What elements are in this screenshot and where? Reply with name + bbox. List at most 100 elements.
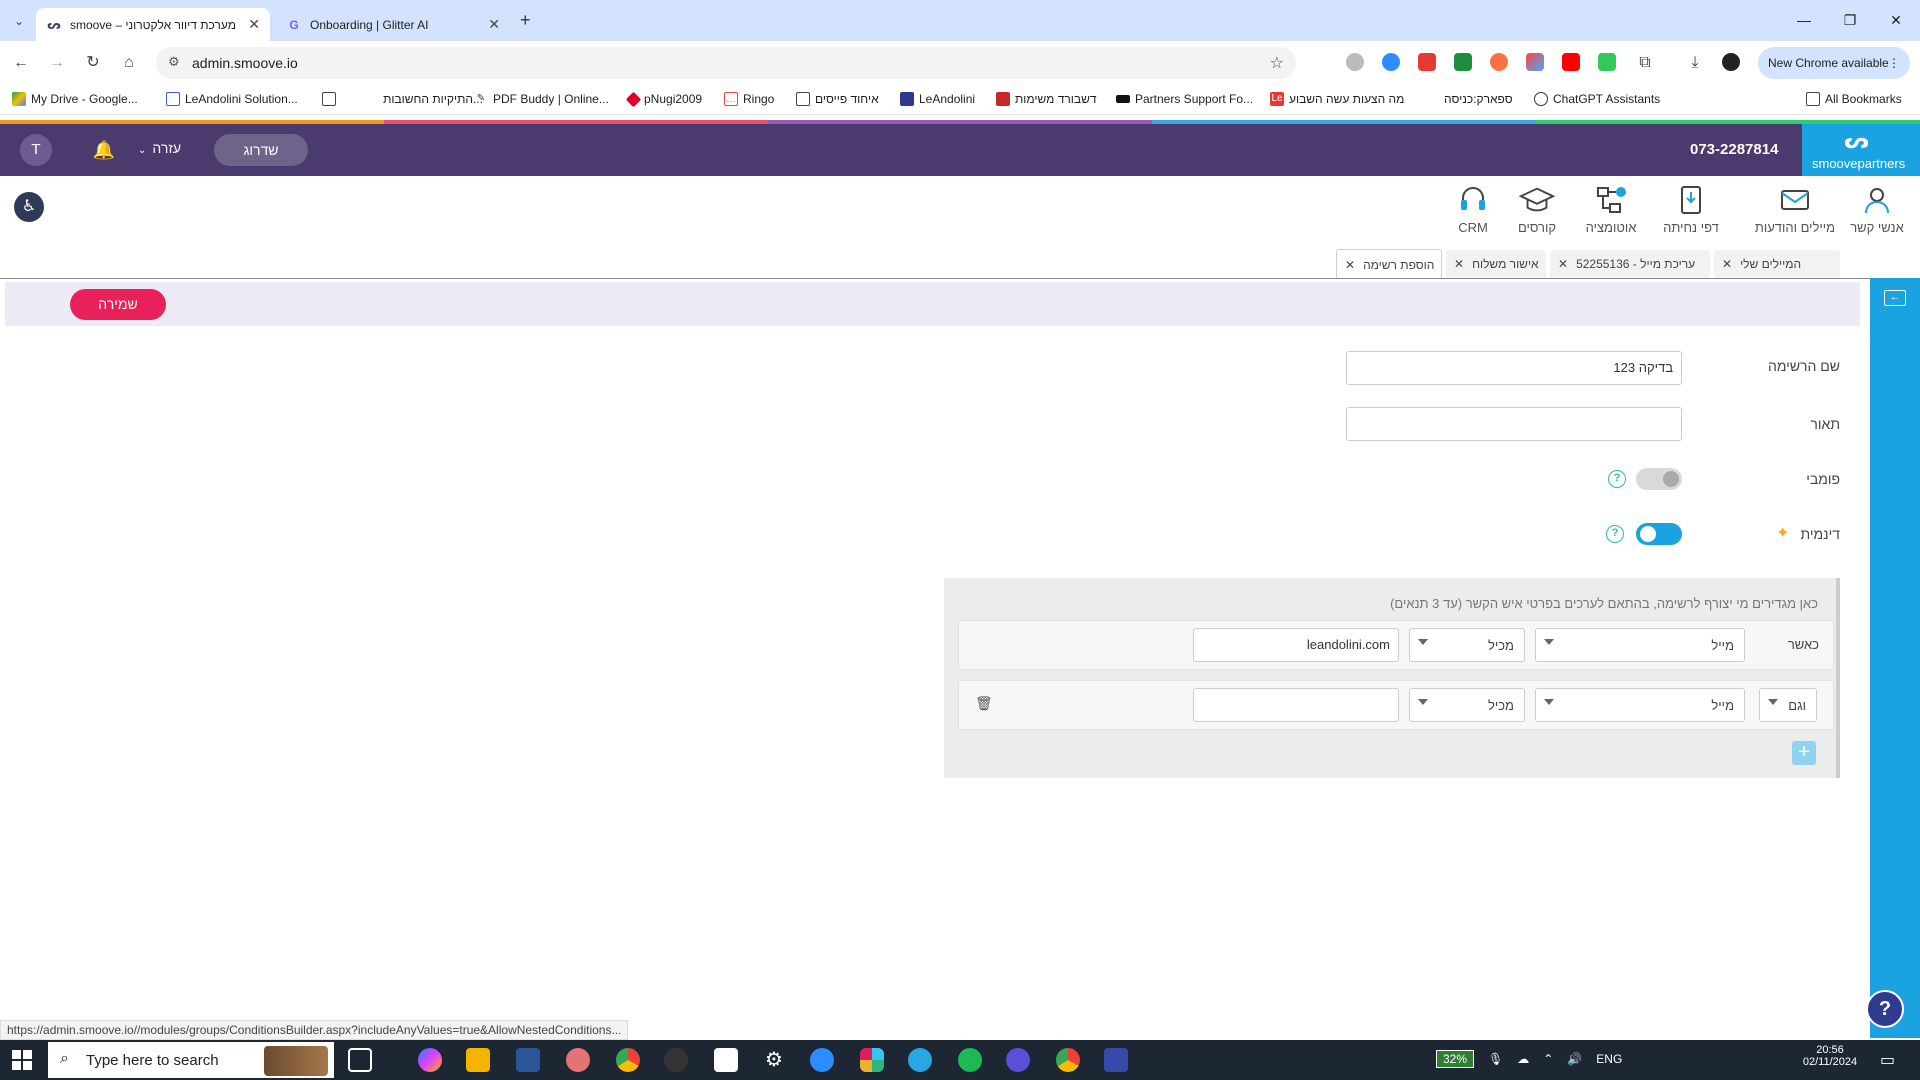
condition-operator-select[interactable]: מכיל <box>1409 688 1525 722</box>
module-contacts[interactable]: אנשי קשר <box>1842 184 1912 235</box>
bookmark-star-icon[interactable]: ☆ <box>1270 53 1284 73</box>
condition-field-select[interactable]: מייל <box>1535 628 1745 662</box>
back-icon[interactable]: ← <box>8 50 34 76</box>
extension-icon[interactable] <box>1598 53 1616 71</box>
extension-icon[interactable] <box>1418 53 1436 71</box>
save-button[interactable]: שמירה <box>70 289 166 320</box>
bell-icon[interactable]: 🔔 <box>90 136 118 164</box>
avatar[interactable]: T <box>20 134 52 166</box>
module-crm[interactable]: CRM <box>1438 184 1508 235</box>
chrome-icon[interactable] <box>616 1048 640 1072</box>
lang-indicator[interactable]: ENG <box>1596 1052 1622 1066</box>
close-tab-icon[interactable]: ✕ <box>248 16 260 33</box>
clock[interactable]: 20:56 02/11/2024 <box>1800 1044 1860 1068</box>
bookmark-folder[interactable]: התיקיות החשובות... <box>322 92 483 106</box>
app-icon[interactable] <box>1104 1048 1128 1072</box>
bookmark-item[interactable]: Partners Support Fo... <box>1116 92 1253 106</box>
extension-icon[interactable] <box>1526 53 1544 71</box>
all-bookmarks-button[interactable]: All Bookmarks <box>1806 92 1902 106</box>
extension-icon[interactable] <box>1346 53 1364 71</box>
downloads-icon[interactable]: ⤓ <box>1682 50 1708 76</box>
public-toggle[interactable] <box>1636 468 1682 490</box>
close-icon[interactable]: ✕ <box>1722 257 1732 271</box>
chevron-up-icon[interactable]: ⌃ <box>1543 1052 1553 1066</box>
tab-add-list[interactable]: ✕ הוספת רשימה <box>1336 249 1442 279</box>
browser-tab-glitter[interactable]: G Onboarding | Glitter AI ✕ <box>276 8 510 41</box>
slack-icon[interactable] <box>860 1048 884 1072</box>
spotify-icon[interactable] <box>958 1048 982 1072</box>
notifications-icon[interactable]: ▭ <box>1880 1050 1895 1070</box>
bookmark-folder[interactable]: איחוד פייסים <box>796 92 879 106</box>
forward-icon[interactable]: → <box>44 50 70 76</box>
description-input[interactable] <box>1346 407 1682 441</box>
help-bubble-icon[interactable]: ? <box>1866 990 1904 1028</box>
bookmark-item[interactable]: LeAndolini <box>900 92 975 106</box>
new-chrome-available-button[interactable]: New Chrome available ⋮ <box>1758 47 1910 79</box>
notepad-icon[interactable] <box>714 1048 738 1072</box>
bookmark-item[interactable]: ✎ PDF Buddy | Online... <box>474 92 609 106</box>
condition-field-select[interactable]: מייל <box>1535 688 1745 722</box>
help-menu[interactable]: ⌄ עזרה <box>138 140 181 156</box>
battery-indicator[interactable]: 32% <box>1436 1050 1475 1068</box>
weather-icon[interactable]: ☁ <box>1517 1052 1529 1066</box>
zoom-icon[interactable] <box>810 1048 834 1072</box>
close-icon[interactable]: ✕ <box>1345 258 1355 272</box>
mic-icon[interactable]: 🎙 <box>1488 1052 1503 1066</box>
bookmark-item[interactable]: ספארק:כניסה <box>1444 92 1513 106</box>
help-question-icon[interactable]: ? <box>1608 470 1626 488</box>
youtube-extension-icon[interactable] <box>1562 53 1580 71</box>
bookmark-item[interactable]: דשבורד משימות <box>996 92 1097 106</box>
accessibility-icon[interactable]: ♿ <box>14 192 44 222</box>
recorder-icon[interactable] <box>664 1048 688 1072</box>
file-explorer-icon[interactable] <box>466 1048 490 1072</box>
copilot-icon[interactable] <box>418 1048 442 1072</box>
condition-value-input[interactable] <box>1193 688 1399 722</box>
profile-icon[interactable] <box>1722 53 1740 71</box>
tab-send-approval[interactable]: ✕ אישור משלוח <box>1446 250 1546 278</box>
chrome-icon[interactable] <box>1056 1048 1080 1072</box>
site-info-icon[interactable]: ⚙ <box>168 54 180 70</box>
dynamic-toggle[interactable] <box>1636 523 1682 545</box>
settings-icon[interactable]: ⚙ <box>762 1048 786 1072</box>
bookmark-item[interactable]: ChatGPT Assistants <box>1534 92 1660 106</box>
taskbar-search[interactable]: ⌕ Type here to search <box>48 1042 334 1078</box>
module-emails[interactable]: מיילים והודעות <box>1752 184 1838 235</box>
minimize-icon[interactable]: — <box>1782 6 1826 34</box>
kebab-menu-icon[interactable]: ⋮ <box>1888 47 1900 79</box>
close-icon[interactable]: ✕ <box>1454 257 1464 271</box>
reload-icon[interactable]: ↻ <box>80 50 106 76</box>
module-landing-pages[interactable]: דפי נחיתה <box>1656 184 1726 235</box>
windows-start-icon[interactable] <box>12 1050 32 1070</box>
bookmark-item[interactable]: My Drive - Google... <box>12 92 138 106</box>
home-icon[interactable]: ⌂ <box>116 50 142 76</box>
tab-my-emails[interactable]: ✕ המיילים שלי <box>1714 250 1840 278</box>
bookmark-item[interactable]: Le מה הצעות עשה השבוע <box>1270 92 1404 106</box>
volume-icon[interactable]: 🔊 <box>1567 1052 1582 1066</box>
extensions-puzzle-icon[interactable]: ⧉ <box>1632 50 1658 76</box>
extension-icon[interactable] <box>1490 53 1508 71</box>
logo[interactable]: ᔕ smoovepartners <box>1802 124 1920 176</box>
module-automation[interactable]: אוטומציה <box>1576 184 1646 235</box>
task-view-icon[interactable] <box>348 1048 372 1072</box>
module-courses[interactable]: קורסים <box>1502 184 1572 235</box>
condition-join-select[interactable]: וגם <box>1759 688 1817 722</box>
app-icon[interactable] <box>908 1048 932 1072</box>
new-tab-button[interactable]: + <box>520 10 531 31</box>
tab-edit-email[interactable]: ✕ עריכת מייל - 52255136 <box>1550 250 1710 278</box>
app-icon[interactable] <box>1006 1048 1030 1072</box>
app-icon[interactable] <box>566 1048 590 1072</box>
address-bar[interactable]: ⚙ admin.smoove.io ☆ <box>156 47 1296 79</box>
browser-tab-smoove[interactable]: ᔕ smoove – מערכת דיוור אלקטרוני ✕ <box>36 8 270 41</box>
tab-search-icon[interactable]: ⌄ <box>8 10 30 32</box>
word-icon[interactable] <box>516 1048 540 1072</box>
condition-value-input[interactable]: leandolini.com <box>1193 628 1399 662</box>
bookmark-item[interactable]: LeAndolini Solution... <box>166 92 298 106</box>
bookmark-item[interactable]: pNugi2009 <box>625 91 702 107</box>
help-question-icon[interactable]: ? <box>1606 525 1624 543</box>
collapse-panel-icon[interactable]: ← <box>1884 290 1906 306</box>
close-icon[interactable]: ✕ <box>1558 257 1568 271</box>
upgrade-button[interactable]: שדרוג <box>214 134 308 166</box>
extension-icon[interactable] <box>1454 53 1472 71</box>
list-name-input[interactable]: בדיקה 123 <box>1346 351 1682 385</box>
condition-operator-select[interactable]: מכיל <box>1409 628 1525 662</box>
